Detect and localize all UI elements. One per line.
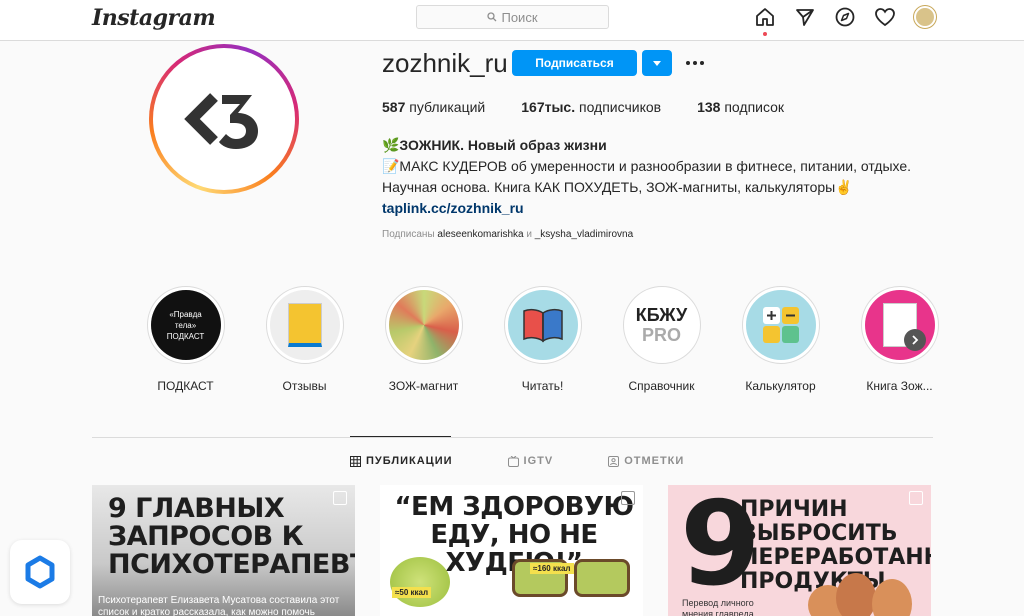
highlight-cover: КБЖУ PRO: [626, 290, 697, 360]
grapes-image: [390, 557, 450, 607]
profile-username: zozhnik_ru: [382, 48, 508, 78]
followed-by[interactable]: Подписаны aleseenkomarishka и _ksysha_vl…: [382, 229, 633, 240]
chevron-down-icon: [653, 60, 661, 66]
calorie-label: ≈160 ккал: [530, 563, 574, 574]
post-tile[interactable]: 9 ПРИЧИН ВЫБРОСИТЬ ПЕРЕРАБОТАННЫЕ ПРОДУК…: [668, 485, 931, 616]
highlight-label: Читать!: [521, 379, 564, 393]
active-tab-indicator: [350, 436, 451, 437]
post-caption: Перевод личного мнения главреда: [682, 598, 754, 616]
story-highlights: «Правда тела» ПОДКАСТ ПОДКАСТ Отзывы ЗОЖ…: [126, 286, 959, 393]
highlight-label: ЗОЖ-магнит: [388, 379, 459, 393]
nav-icons: [753, 5, 937, 36]
highlight-label: Калькулятор: [745, 379, 816, 393]
book-icon: [507, 290, 578, 360]
bio-link[interactable]: taplink.cc/zozhnik_ru: [382, 198, 942, 219]
dot: [693, 61, 697, 65]
search-icon: [487, 12, 497, 22]
heart-icon[interactable]: [873, 5, 897, 29]
post-tile[interactable]: 9 ГЛАВНЫХ ЗАПРОСОВ К ПСИХОТЕРАПЕВТУ Псих…: [92, 485, 355, 616]
bio-line: 📝МАКС КУДЕРОВ об умеренности и разнообра…: [382, 158, 912, 174]
multi-photo-icon: [621, 491, 635, 505]
following-count[interactable]: 138 подписок: [697, 99, 784, 115]
highlight-cover: [388, 290, 459, 360]
bio-name: 🌿ЗОЖНИК. Новый образ жизни: [382, 137, 607, 153]
highlight-podcast[interactable]: «Правда тела» ПОДКАСТ ПОДКАСТ: [126, 286, 245, 393]
post-caption: Психотерапевт Елизавета Мусатова состави…: [98, 595, 340, 616]
tag-icon: [608, 455, 620, 467]
highlight-label: Справочник: [628, 379, 695, 393]
post-title: 9 ГЛАВНЫХ ЗАПРОСОВ К ПСИХОТЕРАПЕВТУ: [108, 493, 355, 580]
top-navigation-bar: Instagram Поиск: [0, 0, 1024, 41]
tab-igtv[interactable]: IGTV: [507, 455, 554, 467]
floating-extension-button[interactable]: [10, 540, 70, 604]
highlight-label: Книга Зож...: [866, 379, 933, 393]
highlight-cover: [269, 290, 340, 360]
profile-tabs: ПУБЛИКАЦИИ IGTV ОТМЕТКИ: [350, 455, 684, 467]
home-icon[interactable]: [753, 5, 777, 36]
highlight-label: ПОДКАСТ: [157, 379, 214, 393]
highlight-zozh-magnet[interactable]: ЗОЖ-магнит: [364, 286, 483, 393]
explore-icon[interactable]: [833, 5, 857, 29]
bio-line: Научная основа. Книга КАК ПОХУДЕТЬ, ЗОЖ-…: [382, 179, 853, 195]
multi-photo-icon: [909, 491, 923, 505]
hexagon-logo-icon: [25, 555, 55, 589]
highlight-read[interactable]: Читать!: [483, 286, 602, 393]
profile-avatar[interactable]: [913, 5, 937, 29]
post-tile[interactable]: “ЕМ ЗДОРОВУЮ ЕДУ, НО НЕ ХУДЕЮ!” ≈50 ккал…: [380, 485, 643, 616]
dot: [686, 61, 690, 65]
direct-icon[interactable]: [793, 5, 817, 29]
suggestions-dropdown-button[interactable]: [642, 50, 672, 76]
multi-photo-icon: [333, 491, 347, 505]
instagram-logo[interactable]: Instagram: [92, 5, 216, 31]
tab-tagged[interactable]: ОТМЕТКИ: [608, 455, 684, 467]
highlight-calculator[interactable]: Калькулятор: [721, 286, 840, 393]
active-indicator: [763, 32, 767, 36]
search-input[interactable]: Поиск: [416, 5, 609, 29]
igtv-icon: [507, 455, 519, 467]
highlight-reviews[interactable]: Отзывы: [245, 286, 364, 393]
avocado-toast-image: [574, 559, 630, 597]
posts-grid: 9 ГЛАВНЫХ ЗАПРОСОВ К ПСИХОТЕРАПЕВТУ Псих…: [92, 485, 931, 616]
posts-count: 587 публикаций: [382, 99, 486, 115]
profile-bio: 🌿ЗОЖНИК. Новый образ жизни 📝МАКС КУДЕРОВ…: [382, 135, 942, 219]
tabs-divider: [92, 437, 933, 438]
search-placeholder: Поиск: [501, 9, 538, 25]
highlight-book[interactable]: Книга Зож...: [840, 286, 959, 393]
calculator-icon: [745, 290, 816, 360]
followers-count[interactable]: 167тыс. подписчиков: [521, 99, 661, 115]
highlight-reference[interactable]: КБЖУ PRO Справочник: [602, 286, 721, 393]
sausages-image: [808, 565, 918, 616]
highlights-next-button[interactable]: [904, 329, 926, 351]
profile-stats: 587 публикаций 167тыс. подписчиков 138 п…: [382, 99, 784, 115]
calorie-label: ≈50 ккал: [392, 587, 432, 598]
more-options-button[interactable]: [684, 52, 706, 74]
highlight-cover: [864, 290, 935, 360]
profile-picture[interactable]: [149, 44, 299, 194]
tab-posts[interactable]: ПУБЛИКАЦИИ: [350, 455, 453, 467]
chevron-right-icon: [912, 335, 919, 345]
zozhnik-logo-icon: [184, 93, 258, 149]
follow-button[interactable]: Подписаться: [512, 50, 637, 76]
dot: [700, 61, 704, 65]
highlight-cover: «Правда тела» ПОДКАСТ: [150, 290, 221, 360]
grid-icon: [350, 455, 361, 467]
highlight-label: Отзывы: [282, 379, 327, 393]
